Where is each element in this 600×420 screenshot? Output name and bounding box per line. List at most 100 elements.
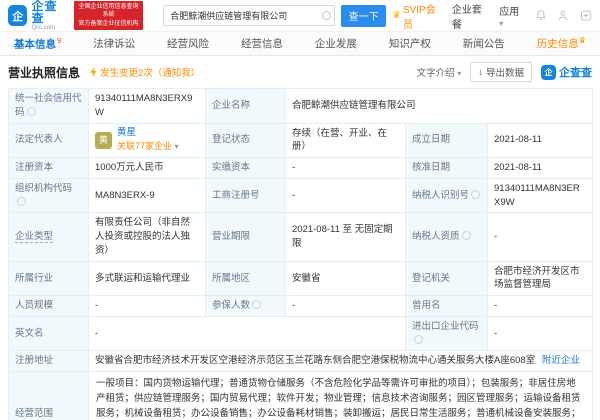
field-value-reg-capital: 1000万元人民币: [89, 158, 206, 179]
header-right: ♛ SVIP会员 企业套餐 应用 ▾: [392, 1, 592, 31]
enterprise-package-link[interactable]: 企业套餐: [452, 1, 488, 31]
search-input[interactable]: [163, 5, 335, 26]
related-companies-link[interactable]: 关联77家企业: [117, 141, 172, 151]
table-row: 注册地址 安徽省合肥市经济技术开发区空港经济示范区玉兰花路东侧合肥空港保税物流中…: [9, 351, 593, 372]
table-row: 经营范围 一般项目：国内货物运输代理；普通货物仓储服务（不含危险化学品等需许可审…: [9, 372, 593, 420]
field-value-approval-date: 2021-08-11: [488, 158, 593, 179]
field-value-paid-capital: -: [286, 158, 406, 179]
user-icon[interactable]: [557, 9, 569, 22]
section-title: 营业执照信息: [8, 64, 80, 81]
table-row: 企业类型 有限责任公司（非自然人投资或控股的法人独资） 营业期限 2021-08…: [9, 213, 593, 261]
chevron-down-icon: ▾: [175, 142, 179, 151]
field-value-biz-reg-no: -: [286, 178, 406, 213]
field-value-business-term: 2021-08-11 至 无固定期限: [286, 213, 406, 261]
tab-intellectual-property[interactable]: 知识产权: [389, 36, 431, 51]
change-notice-text: 发生变更2次（通知我）: [100, 65, 200, 79]
lightning-icon: [90, 67, 97, 77]
table-row: 所属行业 多式联运和运输代理业 所属地区 安徽省 登记机关 合肥市经济开发区市场…: [9, 261, 593, 296]
qcc-mini-logo-icon: 企: [541, 65, 556, 80]
gov-certification-badge: 全国企业信用信息查询系统 官方备案企业征信机构: [74, 1, 144, 29]
field-value-area: 安徽省: [286, 261, 406, 296]
tab-operation-info[interactable]: 经营信息: [241, 36, 283, 51]
field-label-company-type: 企业类型: [9, 213, 89, 261]
info-icon[interactable]: [17, 197, 26, 206]
crown-icon: ♛: [392, 10, 401, 21]
field-label-area: 所属地区: [206, 261, 286, 296]
tab-legal-litigation[interactable]: 法律诉讼: [93, 36, 135, 51]
tab-count-badge: 9: [57, 36, 61, 45]
table-row: 英文名 - 进出口企业代码 -: [9, 316, 593, 351]
info-icon[interactable]: [252, 300, 261, 309]
nearby-companies-link[interactable]: 附近企业: [542, 355, 580, 366]
text-intro-dropdown[interactable]: 文字介绍 ▾: [417, 65, 462, 79]
legal-rep-avatar: 黄: [95, 132, 112, 149]
field-label-status: 登记状态: [206, 123, 286, 158]
company-type-label-text[interactable]: 企业类型: [15, 231, 53, 243]
field-label-authority: 登记机关: [406, 261, 488, 296]
field-label-org-code: 组织机构代码: [9, 178, 89, 213]
qcc-mini-brand: 企 企查查: [541, 64, 592, 80]
field-label-legal-rep: 法定代表人: [9, 123, 89, 158]
tab-operation-risk[interactable]: 经营风险: [167, 36, 209, 51]
legal-rep-link[interactable]: 黄星: [117, 127, 179, 140]
tab-history-info[interactable]: 历史信息♛: [537, 36, 586, 51]
bell-icon[interactable]: [535, 9, 547, 22]
chevron-down-icon: ▾: [457, 69, 461, 78]
field-label-taxpayer-quality: 纳税人资质: [406, 213, 488, 261]
info-icon[interactable]: [471, 190, 480, 199]
info-icon[interactable]: [462, 231, 471, 240]
tab-basic-info[interactable]: 基本信息9: [14, 36, 61, 52]
search-button[interactable]: 查一下: [341, 5, 386, 27]
field-value-taxpayer-id: 91340111MA8N3ERX9W: [488, 178, 593, 213]
tab-basic-info-label: 基本信息: [14, 38, 56, 50]
field-value-address: 安徽省合肥市经济技术开发区空港经济示范区玉兰花路东侧合肥空港保税物流中心通关服务…: [89, 351, 593, 372]
field-label-industry: 所属行业: [9, 261, 89, 296]
tab-news-announcement[interactable]: 新闻公告: [463, 36, 505, 51]
taxpayer-id-label-text: 纳税人识别号: [412, 190, 469, 201]
top-header: 企 企查查 Qcc.com 全国企业信用信息查询系统 官方备案企业征信机构 查一…: [0, 0, 600, 31]
field-label-import-export-code: 进出口企业代码: [406, 316, 488, 351]
apps-label: 应用: [499, 7, 519, 18]
field-label-staff-size: 人员规模: [9, 296, 89, 317]
field-value-status: 存续（在营、开业、在册）: [286, 123, 406, 158]
license-section-toolbar: 营业执照信息 发生变更2次（通知我） 文字介绍 ▾ ↓ 导出数据 企 企查查: [0, 56, 600, 86]
field-value-insured: -: [286, 296, 406, 317]
taxpayer-quality-label-text: 纳税人资质: [412, 231, 460, 242]
export-data-button[interactable]: ↓ 导出数据: [470, 62, 532, 82]
import-export-label-text: 进出口企业代码: [412, 321, 479, 332]
info-icon[interactable]: [414, 335, 423, 344]
credit-code-label-text: 统一社会信用代码: [15, 93, 82, 118]
app-grid-icon[interactable]: [580, 9, 592, 22]
download-icon: ↓: [478, 67, 483, 78]
tab-history-label: 历史信息: [537, 38, 579, 50]
field-value-credit-code: 91340111MA8N3ERX9W: [89, 89, 206, 124]
toolbar-right: 文字介绍 ▾ ↓ 导出数据 企 企查查: [417, 62, 592, 82]
svip-link[interactable]: ♛ SVIP会员: [392, 1, 441, 31]
address-text: 安徽省合肥市经济技术开发区空港经济示范区玉兰花路东侧合肥空港保税物流中心通关服务…: [95, 355, 535, 366]
qcc-logo-text: 企查查 Qcc.com: [31, 0, 67, 31]
field-label-former-name: 曾用名: [406, 296, 488, 317]
field-label-insured: 参保人数: [206, 296, 286, 317]
info-icon[interactable]: [27, 107, 36, 116]
table-row: 注册资本 1000万元人民币 实缴资本 - 核准日期 2021-08-11: [9, 158, 593, 179]
field-value-english-name: -: [89, 316, 406, 351]
search-box: [163, 5, 335, 26]
field-label-business-scope: 经营范围: [9, 372, 89, 420]
field-label-taxpayer-id: 纳税人识别号: [406, 178, 488, 213]
field-value-former-name: -: [488, 296, 593, 317]
field-label-credit-code: 统一社会信用代码: [9, 89, 89, 124]
field-label-english-name: 英文名: [9, 316, 89, 351]
vip-crown-icon: ♛: [579, 36, 586, 45]
field-label-est-date: 成立日期: [406, 123, 488, 158]
tab-company-development[interactable]: 企业发展: [315, 36, 357, 51]
field-value-authority: 合肥市经济开发区市场监督管理局: [488, 261, 593, 296]
qcc-logo-icon: 企: [8, 5, 27, 26]
qcc-logo[interactable]: 企 企查查 Qcc.com: [8, 0, 68, 31]
field-value-company-name: 合肥鲸潮供应链管理有限公司: [286, 89, 593, 124]
apps-menu[interactable]: 应用 ▾: [499, 3, 523, 29]
change-notice-link[interactable]: 发生变更2次（通知我）: [90, 65, 200, 79]
field-label-business-term: 营业期限: [206, 213, 286, 261]
field-value-legal-rep: 黄 黄星 关联77家企业 ▾: [89, 123, 206, 158]
field-label-reg-capital: 注册资本: [9, 158, 89, 179]
business-license-table: 统一社会信用代码 91340111MA8N3ERX9W 企业名称 合肥鲸潮供应链…: [8, 88, 593, 420]
